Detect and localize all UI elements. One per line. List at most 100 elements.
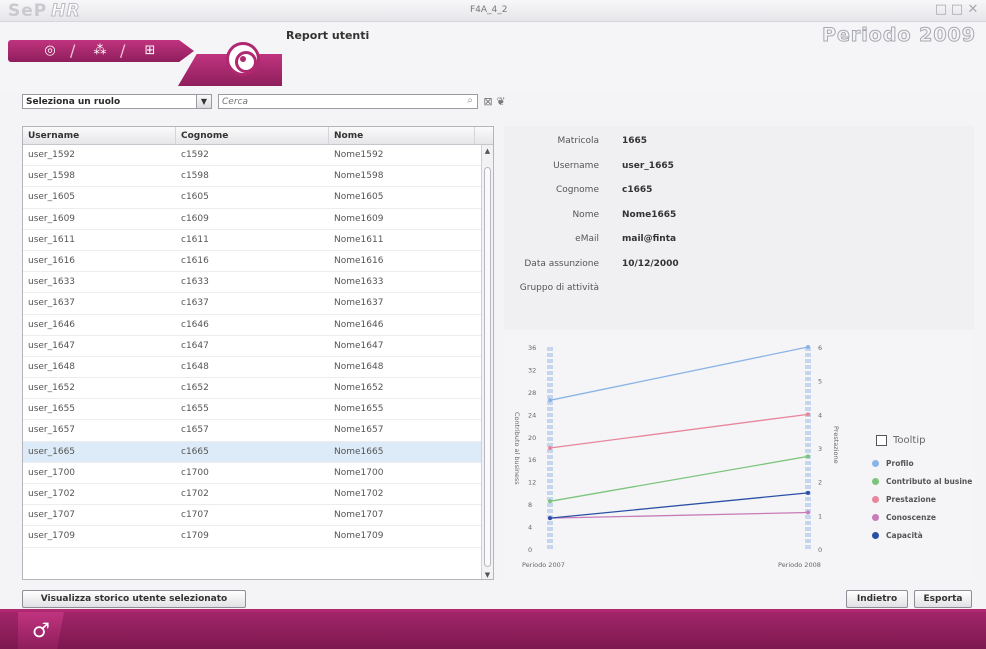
y2-tick-label: 1: [818, 512, 822, 520]
series-point: [806, 490, 810, 495]
table-row[interactable]: user_1657 c1657 Nome1657: [23, 420, 493, 442]
app-logo-suffix: HR: [51, 1, 81, 22]
column-header-nome[interactable]: Nome: [329, 127, 475, 144]
legend-items: Profilo Contributo al busine Prestazione Co…: [866, 454, 976, 544]
table-row[interactable]: user_1592 c1592 Nome1592: [23, 145, 493, 167]
title-bar: SeP HR F4A_4_2 □ □ ✕: [0, 0, 986, 22]
cell-cognome: c1616: [181, 255, 209, 266]
export-button[interactable]: Esporta: [914, 590, 972, 608]
maximize-icon[interactable]: □: [950, 2, 964, 18]
series-point: [548, 446, 552, 450]
column-header-cognome[interactable]: Cognome: [176, 127, 329, 144]
table-row[interactable]: user_1598 c1598 Nome1598: [23, 166, 493, 188]
table-row[interactable]: user_1609 c1609 Nome1609: [23, 209, 493, 230]
cell-username: user_1657: [28, 425, 76, 436]
table-row[interactable]: user_1646 c1646 Nome1646: [23, 315, 493, 336]
table-scrollbar[interactable]: ▲ ▼: [481, 145, 493, 579]
tooltip-toggle-label: Tooltip: [893, 435, 926, 446]
y-axis-title: Contributo al business: [513, 412, 521, 485]
table-row[interactable]: user_1700 c1700 Nome1700: [23, 463, 493, 484]
detail-row: Username user_1665: [504, 158, 924, 174]
cell-cognome: c1592: [181, 150, 209, 160]
table-row[interactable]: user_1652 c1652 Nome1652: [23, 378, 493, 400]
y2-axis-title: Prestazione: [832, 426, 840, 464]
breadcrumb-report-icon[interactable]: ⊞: [130, 42, 170, 60]
table-row[interactable]: user_1633 c1633 Nome1633: [23, 272, 493, 294]
cell-nome: Nome1707: [334, 510, 384, 521]
series-line: [549, 492, 809, 519]
table-row[interactable]: user_1647 c1647 Nome1647: [23, 336, 493, 357]
cell-nome: Nome1637: [334, 298, 384, 309]
table-row[interactable]: user_1709 c1709 Nome1709: [23, 526, 493, 548]
y2-tick-label: 4: [818, 411, 822, 419]
cell-nome: Nome1652: [334, 383, 384, 394]
cell-nome: Nome1598: [334, 171, 384, 182]
y-tick-label: 36: [528, 344, 536, 352]
heart-icon[interactable]: ❦: [494, 94, 508, 109]
back-button[interactable]: Indietro: [846, 590, 908, 608]
detail-label: Cognome: [555, 185, 599, 195]
cell-username: user_1652: [28, 383, 76, 394]
cell-nome: Nome1616: [334, 255, 384, 266]
cell-nome: Nome1700: [334, 467, 384, 478]
detail-row: Matricola 1665: [504, 133, 924, 149]
legend-label: Conoscenze: [886, 512, 936, 522]
legend-item[interactable]: Contributo al busine: [866, 472, 976, 490]
cell-cognome: c1647: [181, 340, 209, 351]
column-header-username[interactable]: Username: [23, 127, 176, 144]
cell-username: user_1637: [28, 298, 76, 309]
legend-item[interactable]: Profilo: [866, 454, 976, 472]
table-row[interactable]: user_1702 c1702 Nome1702: [23, 484, 493, 506]
breadcrumb-target-icon[interactable]: ◎: [30, 42, 70, 60]
series-point: [548, 499, 552, 504]
close-icon[interactable]: ✕: [966, 2, 980, 18]
cell-cognome: c1709: [181, 531, 209, 542]
cell-nome: Nome1702: [334, 489, 384, 499]
legend-item[interactable]: Capacità: [866, 526, 976, 544]
y-tick-label: 8: [528, 501, 532, 509]
cell-username: user_1616: [28, 255, 76, 266]
search-input[interactable]: [219, 95, 429, 108]
cell-username: user_1633: [28, 277, 76, 288]
table-row[interactable]: user_1707 c1707 Nome1707: [23, 505, 493, 527]
legend-dot: [872, 459, 879, 467]
detail-label: Username: [553, 160, 599, 171]
breadcrumb-hierarchy-icon[interactable]: ⁂: [80, 42, 120, 60]
tooltip-checkbox[interactable]: [876, 435, 887, 446]
minimize-icon[interactable]: □: [934, 2, 948, 18]
legend-item[interactable]: Conoscenze: [866, 508, 976, 526]
detail-value: mail@finta: [622, 234, 677, 244]
search-icon[interactable]: ⌕: [467, 95, 473, 106]
x-tick-label: Periodo 2008: [778, 561, 821, 569]
table-row[interactable]: user_1611 c1611 Nome1611: [23, 230, 493, 251]
role-select[interactable]: Seleziona un ruolo ▼: [22, 94, 212, 109]
header: ◎ / ⁂ / ⊞ Report utenti Periodo 2009: [0, 22, 986, 92]
cell-cognome: c1609: [181, 213, 209, 224]
table-row[interactable]: user_1605 c1605 Nome1605: [23, 187, 493, 209]
table-row[interactable]: user_1637 c1637 Nome1637: [23, 293, 493, 315]
scrollbar-thumb[interactable]: [484, 167, 491, 567]
table-body: user_1592 c1592 Nome1592 user_1598 c1598 Nome…: [23, 145, 493, 548]
filter-icon[interactable]: ⊠: [481, 94, 495, 109]
y-tick-label: 4: [528, 524, 532, 532]
legend-item[interactable]: Prestazione: [866, 490, 976, 508]
scroll-up-icon[interactable]: ▲: [482, 147, 493, 155]
table-row[interactable]: user_1665 c1665 Nome1665: [23, 441, 493, 463]
cell-username: user_1655: [28, 404, 76, 415]
role-select-value: Seleziona un ruolo: [26, 96, 121, 107]
table-row[interactable]: user_1616 c1616 Nome1616: [23, 251, 493, 273]
legend-dot: [872, 477, 879, 485]
table-row[interactable]: user_1648 c1648 Nome1648: [23, 357, 493, 379]
cell-username: user_1611: [28, 234, 76, 245]
view-history-button[interactable]: Visualizza storico utente selezionato: [22, 590, 246, 608]
legend-dot: [872, 531, 879, 539]
table-row[interactable]: user_1655 c1655 Nome1655: [23, 399, 493, 421]
chart-panel: 0 4 8 12 16 20 24 28 32 36 0 1 2 3 4 5 6 Contributo al bu…: [504, 335, 974, 580]
table-header: Username Cognome Nome: [23, 127, 493, 145]
scroll-down-icon[interactable]: ▼: [482, 571, 493, 579]
tooltip-toggle[interactable]: Tooltip: [876, 435, 976, 446]
detail-label: Matricola: [557, 136, 599, 146]
chevron-down-icon[interactable]: ▼: [196, 95, 211, 108]
y-tick-label: 0: [528, 546, 532, 554]
user-icon[interactable]: ♂: [32, 618, 50, 642]
